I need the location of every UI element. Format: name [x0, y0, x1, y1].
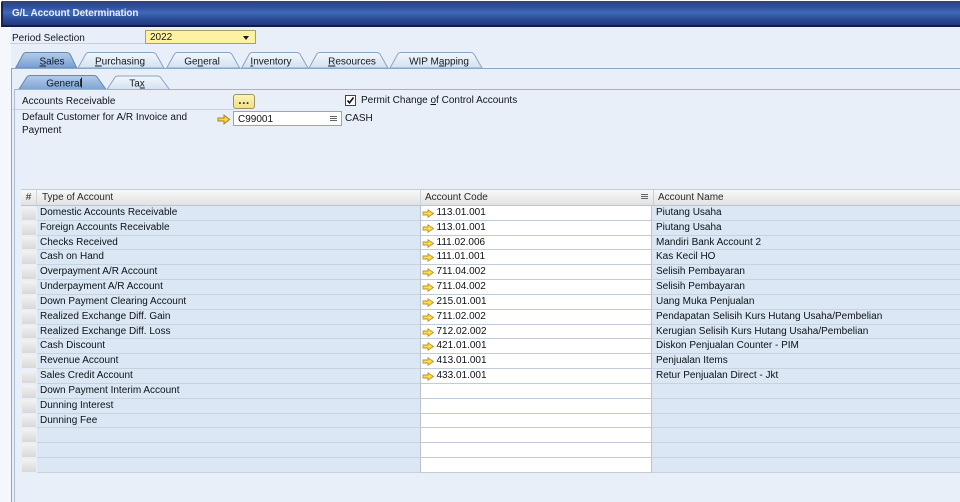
- svg-text:Purchasing: Purchasing: [95, 57, 145, 68]
- svg-text:General: General: [184, 57, 220, 68]
- svg-text:Tax: Tax: [129, 79, 145, 90]
- svg-text:General: General: [46, 79, 82, 90]
- svg-text:Inventory: Inventory: [250, 57, 291, 68]
- svg-text:Sales: Sales: [39, 57, 64, 68]
- svg-text:Resources: Resources: [328, 57, 376, 68]
- svg-text:WIP Mapping: WIP Mapping: [409, 57, 469, 68]
